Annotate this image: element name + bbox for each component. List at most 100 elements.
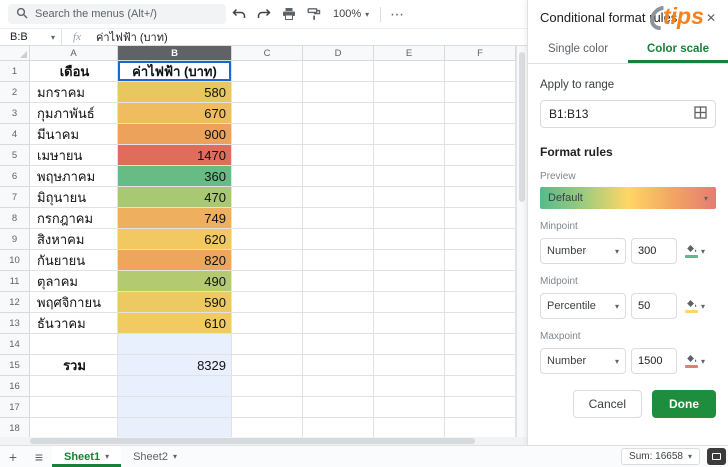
cell-D4[interactable]	[303, 124, 374, 145]
cell-E13[interactable]	[374, 313, 445, 334]
add-sheet-button[interactable]: +	[0, 446, 26, 467]
cell-F12[interactable]	[445, 292, 516, 313]
toolbar-more-button[interactable]: ⋯	[385, 3, 410, 25]
cell-C17[interactable]	[232, 397, 303, 418]
cell-A8[interactable]: กรกฎาคม	[30, 208, 118, 229]
cell-A1[interactable]: เดือน	[30, 61, 118, 82]
sheet-tab-sheet2[interactable]: Sheet2 ▾	[121, 446, 189, 467]
cell-A6[interactable]: พฤษภาคม	[30, 166, 118, 187]
cell-E1[interactable]	[374, 61, 445, 82]
cell-A15[interactable]: รวม	[30, 355, 118, 376]
cell-D16[interactable]	[303, 376, 374, 397]
cell-D6[interactable]	[303, 166, 374, 187]
cell-B16[interactable]	[118, 376, 232, 397]
cell-D17[interactable]	[303, 397, 374, 418]
cell-E14[interactable]	[374, 334, 445, 355]
cell-C6[interactable]	[232, 166, 303, 187]
cell-B2[interactable]: 580	[118, 82, 232, 103]
cell-C14[interactable]	[232, 334, 303, 355]
row-header-14[interactable]: 14	[0, 334, 30, 355]
cell-D9[interactable]	[303, 229, 374, 250]
cell-A14[interactable]	[30, 334, 118, 355]
cell-E10[interactable]	[374, 250, 445, 271]
midpoint-type-dropdown[interactable]: Percentile ▾	[540, 293, 626, 319]
cell-F17[interactable]	[445, 397, 516, 418]
cell-C12[interactable]	[232, 292, 303, 313]
cell-A4[interactable]: มีนาคม	[30, 124, 118, 145]
cancel-button[interactable]: Cancel	[573, 390, 642, 418]
column-header-A[interactable]: A	[30, 46, 118, 61]
minpoint-color-picker[interactable]: ▾	[682, 242, 708, 260]
cell-D12[interactable]	[303, 292, 374, 313]
midpoint-value-input[interactable]: 50	[631, 293, 677, 319]
cell-C13[interactable]	[232, 313, 303, 334]
range-input[interactable]: B1:B13	[540, 100, 716, 128]
cell-E6[interactable]	[374, 166, 445, 187]
undo-button[interactable]	[226, 3, 251, 25]
preview-bar[interactable]: Default ▾	[540, 187, 716, 209]
cell-E15[interactable]	[374, 355, 445, 376]
cell-F4[interactable]	[445, 124, 516, 145]
select-all-corner[interactable]	[0, 46, 30, 61]
cell-D11[interactable]	[303, 271, 374, 292]
redo-button[interactable]	[251, 3, 276, 25]
cell-F7[interactable]	[445, 187, 516, 208]
row-header-15[interactable]: 15	[0, 355, 30, 376]
cell-D3[interactable]	[303, 103, 374, 124]
cell-C10[interactable]	[232, 250, 303, 271]
row-header-16[interactable]: 16	[0, 376, 30, 397]
cell-E9[interactable]	[374, 229, 445, 250]
cell-A10[interactable]: กันยายน	[30, 250, 118, 271]
row-header-1[interactable]: 1	[0, 61, 30, 82]
cell-A3[interactable]: กุมภาพันธ์	[30, 103, 118, 124]
cell-B13[interactable]: 610	[118, 313, 232, 334]
cell-D5[interactable]	[303, 145, 374, 166]
row-header-4[interactable]: 4	[0, 124, 30, 145]
cell-A12[interactable]: พฤศจิกายน	[30, 292, 118, 313]
cell-F1[interactable]	[445, 61, 516, 82]
cell-E4[interactable]	[374, 124, 445, 145]
cell-C9[interactable]	[232, 229, 303, 250]
cell-B5[interactable]: 1470	[118, 145, 232, 166]
cell-C5[interactable]	[232, 145, 303, 166]
cell-F14[interactable]	[445, 334, 516, 355]
maxpoint-type-dropdown[interactable]: Number ▾	[540, 348, 626, 374]
sheet-tab-sheet1[interactable]: Sheet1 ▾	[52, 446, 121, 467]
column-header-F[interactable]: F	[445, 46, 516, 61]
cell-F3[interactable]	[445, 103, 516, 124]
cell-C8[interactable]	[232, 208, 303, 229]
cell-F13[interactable]	[445, 313, 516, 334]
tab-color-scale[interactable]: Color scale	[628, 35, 728, 63]
cell-E5[interactable]	[374, 145, 445, 166]
cell-B18[interactable]	[118, 418, 232, 437]
vertical-scrollbar[interactable]	[516, 46, 527, 437]
cell-A11[interactable]: ตุลาคม	[30, 271, 118, 292]
cell-D13[interactable]	[303, 313, 374, 334]
cell-F10[interactable]	[445, 250, 516, 271]
cell-F6[interactable]	[445, 166, 516, 187]
all-sheets-icon[interactable]: ≡	[26, 446, 52, 467]
row-header-12[interactable]: 12	[0, 292, 30, 313]
cell-A17[interactable]	[30, 397, 118, 418]
column-header-C[interactable]: C	[232, 46, 303, 61]
cell-C4[interactable]	[232, 124, 303, 145]
cell-F18[interactable]	[445, 418, 516, 437]
cell-E16[interactable]	[374, 376, 445, 397]
horizontal-scrollbar[interactable]	[0, 437, 516, 445]
paint-format-button[interactable]	[301, 3, 326, 25]
cell-D18[interactable]	[303, 418, 374, 437]
cell-E18[interactable]	[374, 418, 445, 437]
cell-B15[interactable]: 8329	[118, 355, 232, 376]
cell-B7[interactable]: 470	[118, 187, 232, 208]
cell-F2[interactable]	[445, 82, 516, 103]
cell-D10[interactable]	[303, 250, 374, 271]
cell-E12[interactable]	[374, 292, 445, 313]
row-header-3[interactable]: 3	[0, 103, 30, 124]
column-header-E[interactable]: E	[374, 46, 445, 61]
cell-E2[interactable]	[374, 82, 445, 103]
cell-C15[interactable]	[232, 355, 303, 376]
cell-D1[interactable]	[303, 61, 374, 82]
cell-F15[interactable]	[445, 355, 516, 376]
cell-C2[interactable]	[232, 82, 303, 103]
cell-B4[interactable]: 900	[118, 124, 232, 145]
